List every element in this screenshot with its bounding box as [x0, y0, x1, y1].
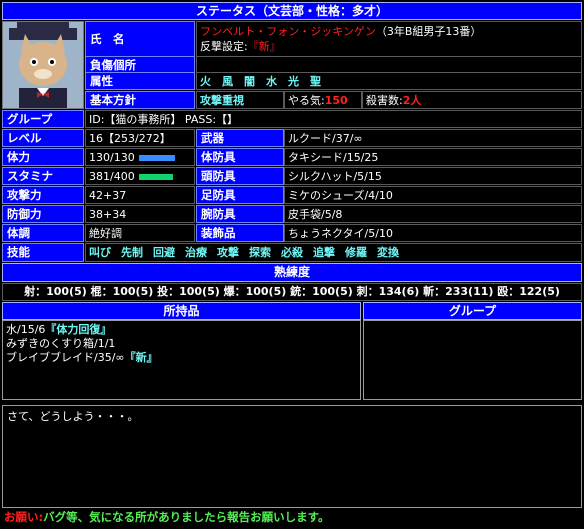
inventory-item: みずきのくすり箱/1/1 [6, 337, 357, 351]
skill-item: 叫び [89, 246, 111, 259]
level-value: 16【253/272】 [85, 129, 195, 147]
foot-armor-value: ミケのシューズ/4/10 [284, 186, 582, 204]
notice-bar: お願い:バグ等、気になる所がありましたら報告お願いします。 [4, 509, 582, 527]
message-log: さて、どうしよう・・・。 [2, 405, 582, 508]
attack-label: 攻撃力 [2, 186, 84, 204]
inventory-title-bar: 所持品 [2, 302, 361, 320]
stamina-cell: 381/400 [85, 167, 195, 185]
proficiency-values: 射：100(5) 棍：100(5) 投：100(5) 爆：100(5) 銃：10… [2, 283, 582, 301]
arm-armor-label: 腕防具 [196, 205, 284, 223]
inventory-item-tag: 『体力回復』 [45, 323, 112, 336]
message-text: さて、どうしよう・・・。 [7, 410, 139, 423]
weapon-label: 武器 [196, 129, 284, 147]
skills-list: 叫び 先制 回避 治療 攻撃 探索 必殺 追撃 修羅 変換 [85, 243, 582, 262]
proficiency-title: 熟練度 [273, 265, 310, 279]
skill-item: 変換 [377, 246, 399, 259]
name-cell: フンベルト・フォン・ジッキンゲン（3年B組男子13番） 反撃設定:『新』 [196, 21, 582, 57]
hp-label: 体力 [2, 148, 84, 166]
status-title-bar: ステータス（文芸部・性格：多才） [2, 2, 582, 20]
level-label: レベル [2, 129, 84, 147]
attribute-value: 火 風 闇 水 光 聖 [196, 72, 582, 90]
inventory-item: ブレイブブレイド/35/∞『新』 [6, 351, 357, 365]
condition-value: 絶好調 [85, 224, 195, 242]
inventory-title: 所持品 [163, 304, 200, 318]
attack-value: 42+37 [85, 186, 195, 204]
skill-item: 必殺 [281, 246, 303, 259]
skill-item: 回避 [153, 246, 175, 259]
body-armor-value: タキシード/15/25 [284, 148, 582, 166]
status-title: ステータス（文芸部・性格：多才） [195, 4, 388, 18]
name-label: 氏 名 [85, 21, 195, 57]
cat-gentleman-portrait-icon [3, 22, 83, 108]
defense-label: 防御力 [2, 205, 84, 223]
group-label: グループ [2, 110, 84, 128]
group-value: ID:【猫の事務所】 PASS:【】 [85, 110, 582, 128]
stamina-label: スタミナ [2, 167, 84, 185]
group-panel-body [363, 320, 582, 400]
policy-label: 基本方針 [85, 91, 195, 109]
skill-item: 探索 [249, 246, 271, 259]
avatar [2, 21, 84, 109]
accessory-label: 装飾品 [196, 224, 284, 242]
motivation-cell: やる気:150 [284, 91, 362, 109]
hp-value: 130/130 [89, 151, 135, 164]
inventory-item-text: ブレイブブレイド/35/∞ [6, 351, 125, 364]
stamina-value: 381/400 [89, 170, 135, 183]
skills-label: 技能 [2, 243, 84, 262]
attribute-label: 属性 [85, 72, 195, 90]
head-armor-value: シルクハット/5/15 [284, 167, 582, 185]
character-detail: （3年B組男子13番） [375, 25, 482, 38]
motivation-label: やる気: [288, 94, 325, 107]
injury-value [196, 56, 582, 73]
notice-text: バグ等、気になる所がありましたら報告お願いします。 [43, 510, 330, 524]
proficiency-title-bar: 熟練度 [2, 263, 582, 282]
group-panel-title: グループ [448, 304, 497, 318]
skill-item: 攻撃 [217, 246, 239, 259]
kills-label: 殺害数: [366, 94, 403, 107]
head-armor-label: 頭防具 [196, 167, 284, 185]
counter-setting-label: 反撃設定: [200, 40, 248, 53]
hp-cell: 130/130 [85, 148, 195, 166]
skill-item: 修羅 [345, 246, 367, 259]
weapon-value: ルクード/37/∞ [284, 129, 582, 147]
policy-value: 攻撃重視 [196, 91, 284, 109]
kills-value: 2人 [402, 94, 422, 107]
inventory-item-tag: 『新』 [124, 351, 158, 364]
counter-setting-value: 『新』 [247, 40, 281, 53]
stamina-gauge [138, 174, 173, 180]
group-panel-title-bar: グループ [363, 302, 582, 320]
notice-prefix: お願い: [4, 510, 44, 524]
motivation-value: 150 [324, 94, 348, 107]
inventory-list: 水/15/6『体力回復』 みずきのくすり箱/1/1 ブレイブブレイド/35/∞『新』 [2, 320, 361, 400]
skill-item: 追撃 [313, 246, 335, 259]
skill-item: 治療 [185, 246, 207, 259]
defense-value: 38+34 [85, 205, 195, 223]
foot-armor-label: 足防具 [196, 186, 284, 204]
accessory-value: ちょうネクタイ/5/10 [284, 224, 582, 242]
condition-label: 体調 [2, 224, 84, 242]
character-name: フンベルト・フォン・ジッキンゲン [200, 25, 376, 38]
inventory-item: 水/15/6『体力回復』 [6, 323, 357, 337]
kills-cell: 殺害数:2人 [362, 91, 582, 109]
injury-label: 負傷個所 [85, 56, 195, 73]
hp-gauge [138, 155, 175, 161]
inventory-item-text: 水/15/6 [6, 323, 46, 336]
inventory-item-text: みずきのくすり箱/1/1 [6, 337, 116, 350]
body-armor-label: 体防具 [196, 148, 284, 166]
skill-item: 先制 [121, 246, 143, 259]
arm-armor-value: 皮手袋/5/8 [284, 205, 582, 223]
